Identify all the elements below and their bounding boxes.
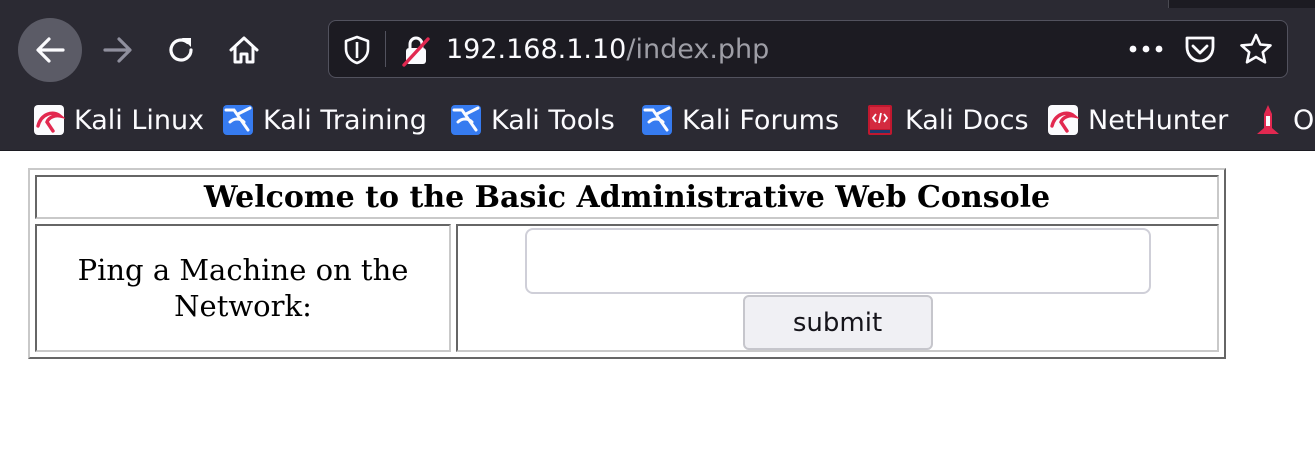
nethunter-icon bbox=[1047, 104, 1081, 136]
offsec-icon bbox=[1252, 104, 1284, 136]
bookmark-label: Kali Docs bbox=[905, 104, 1029, 136]
bookmark-nethunter[interactable]: NetHunter bbox=[1047, 100, 1228, 140]
bookmark-kali-forums[interactable]: Kali Forums bbox=[641, 100, 839, 140]
bookmark-kali-training[interactable]: Kali Training bbox=[222, 100, 427, 140]
bookmark-label: Kali Forums bbox=[682, 104, 840, 136]
arrow-left-icon bbox=[36, 37, 65, 63]
kali-dragon-icon bbox=[33, 104, 67, 136]
bookmark-kali-tools[interactable]: Kali Tools bbox=[450, 100, 615, 140]
arrow-right-icon bbox=[103, 37, 132, 63]
back-button[interactable] bbox=[18, 18, 82, 82]
ping-form-cell: submit bbox=[456, 224, 1219, 352]
pocket-icon[interactable] bbox=[1184, 34, 1216, 68]
bookmark-label: Kali Tools bbox=[491, 104, 615, 136]
bookmark-label: O bbox=[1293, 104, 1315, 136]
bookmark-kali-docs[interactable]: Kali Docs bbox=[864, 100, 1029, 140]
tab-strip bbox=[0, 0, 1315, 8]
ping-address-input[interactable] bbox=[524, 228, 1151, 294]
reload-icon bbox=[169, 38, 193, 62]
submit-button[interactable]: submit bbox=[742, 295, 933, 350]
kali-docs-icon bbox=[864, 104, 896, 136]
page-actions-menu-icon[interactable] bbox=[1126, 33, 1166, 65]
forward-button[interactable] bbox=[86, 18, 150, 82]
bookmark-label: Kali Linux bbox=[74, 104, 205, 136]
home-icon bbox=[229, 36, 259, 64]
page-title: Welcome to the Basic Administrative Web … bbox=[35, 175, 1219, 219]
kali-forums-icon bbox=[641, 104, 673, 136]
address-bar-divider bbox=[385, 31, 386, 67]
page-content: Welcome to the Basic Administrative Web … bbox=[0, 151, 1315, 453]
reload-button[interactable] bbox=[149, 18, 213, 82]
url-path: /index.php bbox=[626, 34, 770, 65]
active-tab[interactable] bbox=[0, 0, 1169, 8]
bookmark-kali-linux[interactable]: Kali Linux bbox=[33, 100, 204, 140]
address-bar[interactable]: 192.168.1.10/index.php bbox=[328, 20, 1288, 78]
bookmark-label: NetHunter bbox=[1088, 104, 1229, 136]
url-text[interactable]: 192.168.1.10/index.php bbox=[446, 30, 769, 70]
admin-console-table: Welcome to the Basic Administrative Web … bbox=[28, 168, 1226, 359]
navigation-toolbar: 192.168.1.10/index.php bbox=[0, 8, 1315, 92]
insecure-lock-icon[interactable] bbox=[401, 35, 431, 71]
kali-tools-icon bbox=[450, 104, 482, 136]
tracking-protection-shield-icon[interactable] bbox=[343, 35, 371, 69]
kali-training-icon bbox=[222, 104, 254, 136]
bookmark-label: Kali Training bbox=[263, 104, 427, 136]
ping-label: Ping a Machine on the Network: bbox=[35, 224, 451, 352]
bookmark-star-icon[interactable] bbox=[1239, 33, 1273, 69]
home-button[interactable] bbox=[212, 18, 276, 82]
bookmarks-toolbar: Kali Linux Kali Training Kali Tools Kali… bbox=[0, 92, 1315, 151]
bookmark-offsec[interactable]: O bbox=[1252, 100, 1314, 140]
url-host: 192.168.1.10 bbox=[446, 34, 627, 65]
